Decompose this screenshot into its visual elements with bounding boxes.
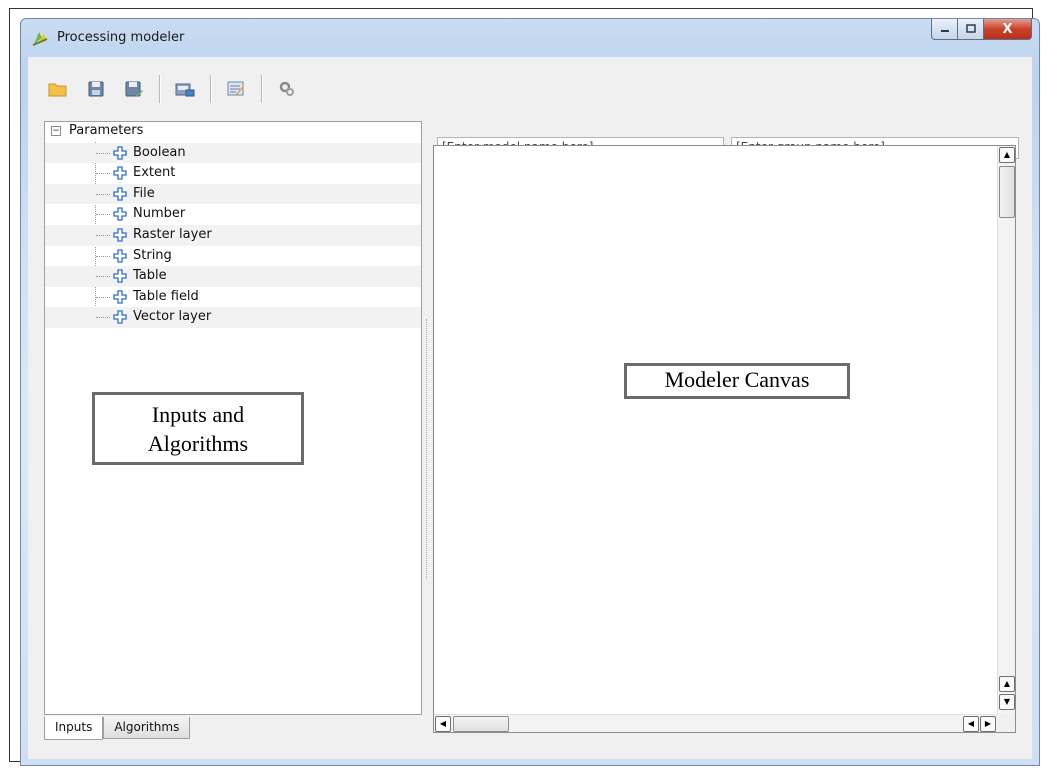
tree-guide-line (96, 173, 110, 175)
tree-item-boolean[interactable]: Boolean (45, 142, 421, 164)
scroll-up-icon[interactable]: ▲ (999, 147, 1015, 163)
add-parameter-icon (113, 228, 127, 242)
add-parameter-icon (113, 269, 127, 283)
panel-tabs: Inputs Algorithms (44, 716, 191, 740)
add-parameter-icon (113, 290, 127, 304)
tree-item-label: Extent (133, 165, 176, 181)
tree-item-label: File (133, 185, 155, 201)
tree-item-label: Number (133, 206, 186, 222)
tree-guide-line (96, 255, 110, 257)
add-parameter-icon (113, 310, 127, 325)
toolbar-separator (261, 75, 262, 103)
tree-item-table[interactable]: Table (45, 266, 421, 287)
tree-item-file[interactable]: File (45, 183, 421, 205)
scroll-left-icon[interactable]: ◀ (963, 716, 979, 732)
run-model-button[interactable] (274, 76, 300, 102)
open-folder-icon (48, 83, 67, 97)
window-title: Processing modeler (57, 30, 185, 45)
annotation-line: Inputs and (151, 402, 245, 427)
tab-inputs[interactable]: Inputs (44, 716, 104, 740)
save-as-icon (125, 81, 143, 97)
close-button[interactable]: X (984, 19, 1032, 40)
tab-algorithms[interactable]: Algorithms (103, 717, 191, 739)
save-icon (88, 81, 104, 97)
tree-guide-line (96, 317, 110, 319)
vertical-scrollbar[interactable]: ▲ ▲ ▼ (997, 146, 1015, 714)
tree-item-string[interactable]: String (45, 246, 421, 267)
edit-help-icon (227, 81, 244, 96)
maximize-button[interactable] (958, 19, 984, 40)
panel-splitter-handle[interactable] (426, 319, 428, 579)
tree-item-vector-layer[interactable]: Vector layer (45, 307, 421, 328)
maximize-icon (965, 24, 976, 33)
tree-guide-line (96, 296, 110, 298)
minimize-icon (940, 30, 949, 32)
open-model-button[interactable] (45, 76, 71, 102)
tree-guide-line (96, 235, 110, 236)
tree-item-raster-layer[interactable]: Raster layer (45, 225, 421, 246)
add-parameter-icon (113, 145, 127, 160)
annotation-inputs-and-algorithms: Inputs and Algorithms (92, 392, 304, 465)
tree-item-table-field[interactable]: Table field (45, 287, 421, 308)
scroll-down-icon[interactable]: ▼ (999, 694, 1015, 710)
tree-guide-line (96, 152, 110, 154)
add-parameter-icon (113, 248, 127, 263)
qgis-logo-icon (32, 32, 48, 46)
edit-help-button[interactable] (223, 76, 249, 102)
window-controls: X (931, 19, 1032, 41)
export-image-icon (175, 83, 195, 97)
scroll-up-icon[interactable]: ▲ (999, 676, 1015, 692)
toolbar-separator (159, 75, 160, 103)
tree-root-parameters[interactable]: − Parameters (45, 122, 421, 143)
horizontal-scrollbar[interactable]: ◀ ◀ ▶ (434, 714, 999, 732)
tree-item-label: Boolean (133, 144, 186, 160)
tree-item-label: String (133, 247, 172, 263)
scroll-right-icon[interactable]: ▶ (980, 716, 996, 732)
save-as-model-button[interactable] (121, 76, 147, 102)
annotation-modeler-canvas: Modeler Canvas (624, 363, 850, 399)
tree-item-label: Table field (133, 288, 199, 304)
tree-item-label: Table (133, 268, 167, 284)
minimize-button[interactable] (931, 19, 958, 40)
tree-item-label: Raster layer (133, 227, 212, 242)
vertical-scroll-thumb[interactable] (999, 166, 1015, 218)
save-model-button[interactable] (83, 76, 109, 102)
horizontal-scroll-thumb[interactable] (453, 716, 509, 732)
tree-item-label: Vector layer (133, 309, 212, 325)
tree-guide-line (96, 276, 110, 278)
scroll-left-icon[interactable]: ◀ (435, 716, 451, 732)
export-image-button[interactable] (172, 76, 198, 102)
tree-item-extent[interactable]: Extent (45, 163, 421, 184)
collapse-icon[interactable]: − (51, 126, 61, 136)
title-bar[interactable]: Processing modeler X (21, 19, 1039, 57)
modeler-canvas[interactable]: ▲ ▲ ▼ ◀ ◀ ▶ (433, 145, 1016, 733)
tree-root-label: Parameters (69, 123, 144, 138)
tree-item-number[interactable]: Number (45, 204, 421, 225)
add-parameter-icon (113, 207, 127, 222)
toolbar-separator (210, 75, 211, 103)
add-parameter-icon (113, 187, 127, 201)
add-parameter-icon (113, 166, 127, 180)
run-icon (279, 81, 294, 96)
tree-guide-line (96, 214, 110, 216)
scrollbar-corner (997, 714, 1015, 732)
toolbar (28, 57, 1032, 121)
annotation-line: Algorithms (147, 431, 249, 456)
tree-guide-line (96, 193, 110, 195)
